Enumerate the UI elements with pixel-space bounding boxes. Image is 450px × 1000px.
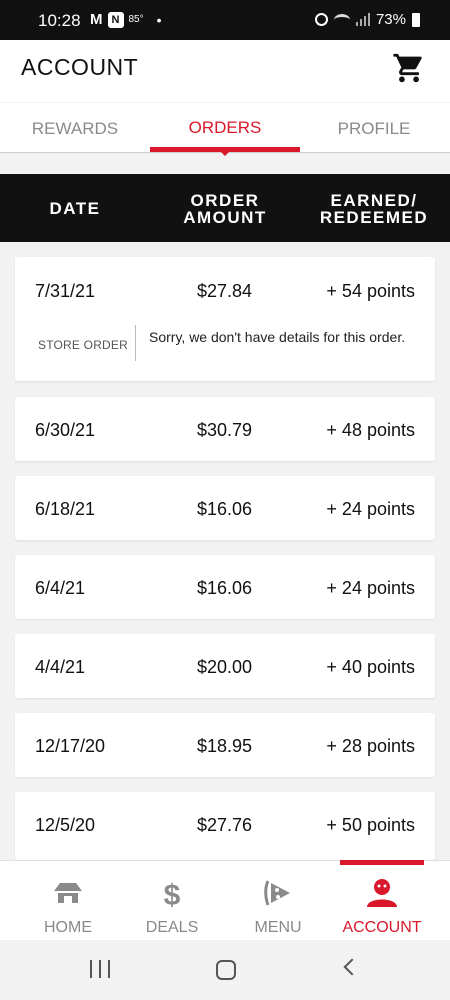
signal-icon — [355, 13, 370, 26]
home-icon[interactable] — [216, 960, 236, 980]
order-amount: $27.84 — [197, 281, 253, 301]
order-date: 12/5/20 — [35, 815, 96, 835]
more-notifications-dot-icon: • — [156, 11, 162, 28]
nav-menu[interactable]: MENU — [222, 861, 334, 941]
order-type-label: STORE ORDER — [38, 338, 128, 352]
order-row[interactable]: 6/18/21 $16.06 + 24 points — [15, 476, 435, 540]
dollar-icon: $ — [164, 879, 181, 911]
column-header-order-amount: ORDER AMOUNT — [183, 191, 267, 227]
order-points: + 24 points — [326, 499, 415, 519]
order-points: + 48 points — [326, 420, 415, 440]
active-tab-caret-icon — [218, 149, 232, 156]
nav-home-label: HOME — [44, 919, 92, 936]
svg-text:$: $ — [164, 879, 181, 911]
active-nav-indicator — [340, 860, 424, 865]
order-row[interactable]: 4/4/21 $20.00 + 40 points — [15, 634, 435, 698]
order-date: 12/17/20 — [35, 736, 106, 756]
nav-account-label: ACCOUNT — [342, 919, 422, 936]
hut-icon — [54, 883, 82, 903]
wifi-icon — [333, 13, 350, 26]
order-points: + 40 points — [326, 657, 415, 677]
order-amount: $27.76 — [197, 815, 253, 835]
order-details-message: Sorry, we don't have details for this or… — [149, 329, 406, 345]
nav-deals-label: DEALS — [145, 919, 199, 936]
order-date: 6/4/21 — [35, 578, 86, 598]
column-header-earned-redeemed: EARNED/ REDEEMED — [319, 191, 429, 227]
column-header-date: DATE — [49, 199, 101, 218]
system-navigation-bar — [0, 940, 450, 1000]
nav-menu-label: MENU — [254, 919, 302, 936]
alarm-icon — [314, 13, 328, 26]
order-points: + 50 points — [326, 815, 415, 835]
order-row[interactable]: 12/5/20 $27.76 + 50 points — [15, 792, 435, 860]
nav-home[interactable]: HOME — [12, 861, 124, 941]
order-row[interactable]: 6/4/21 $16.06 + 24 points — [15, 555, 435, 619]
app-header: ACCOUNT — [0, 40, 450, 102]
order-points: + 54 points — [326, 281, 415, 301]
order-points: + 24 points — [326, 578, 415, 598]
status-time: 10:28 — [38, 11, 81, 30]
order-amount: $20.00 — [197, 657, 253, 677]
order-amount: $30.79 — [197, 420, 253, 440]
shopping-cart-icon[interactable] — [392, 50, 426, 86]
tab-profile[interactable]: PROFILE — [318, 119, 430, 139]
back-icon[interactable] — [343, 958, 361, 976]
order-row[interactable]: 6/30/21 $30.79 + 48 points — [15, 397, 435, 461]
status-bar: 10:28 M N 85° • 73% — [0, 0, 450, 40]
divider — [135, 325, 136, 361]
nav-account[interactable]: ACCOUNT — [326, 861, 438, 941]
orders-table-header: DATE ORDER AMOUNT EARNED/ REDEEMED — [0, 174, 450, 242]
pizza-slice-icon — [264, 880, 290, 906]
order-date: 4/4/21 — [35, 657, 86, 677]
order-points: + 28 points — [326, 736, 415, 756]
order-amount: $16.06 — [197, 578, 253, 598]
battery-icon — [412, 12, 420, 27]
nav-deals[interactable]: $ DEALS — [116, 861, 228, 941]
tab-orders[interactable]: ORDERS — [150, 118, 300, 138]
order-date: 6/18/21 — [35, 499, 96, 519]
order-row[interactable]: 12/17/20 $18.95 + 28 points — [15, 713, 435, 777]
page-title: ACCOUNT — [21, 54, 139, 80]
order-row[interactable]: 7/31/21 $27.84 + 54 points STORE ORDER S… — [15, 257, 435, 381]
battery-percent: 73% — [375, 11, 406, 28]
gmail-icon: M — [90, 11, 103, 28]
bottom-navigation: HOME $ DEALS MENU ACCOUNT — [0, 860, 450, 940]
user-icon — [367, 879, 397, 907]
order-amount: $16.06 — [197, 499, 253, 519]
status-temperature: 85° — [128, 14, 144, 25]
account-tabs: REWARDS ORDERS PROFILE — [0, 103, 450, 153]
recent-apps-icon[interactable] — [90, 960, 110, 978]
tab-rewards[interactable]: REWARDS — [20, 119, 130, 139]
order-date: 6/30/21 — [35, 420, 96, 440]
order-amount: $18.95 — [197, 736, 253, 756]
notification-app-icon: N — [107, 11, 124, 28]
order-date: 7/31/21 — [35, 281, 96, 301]
